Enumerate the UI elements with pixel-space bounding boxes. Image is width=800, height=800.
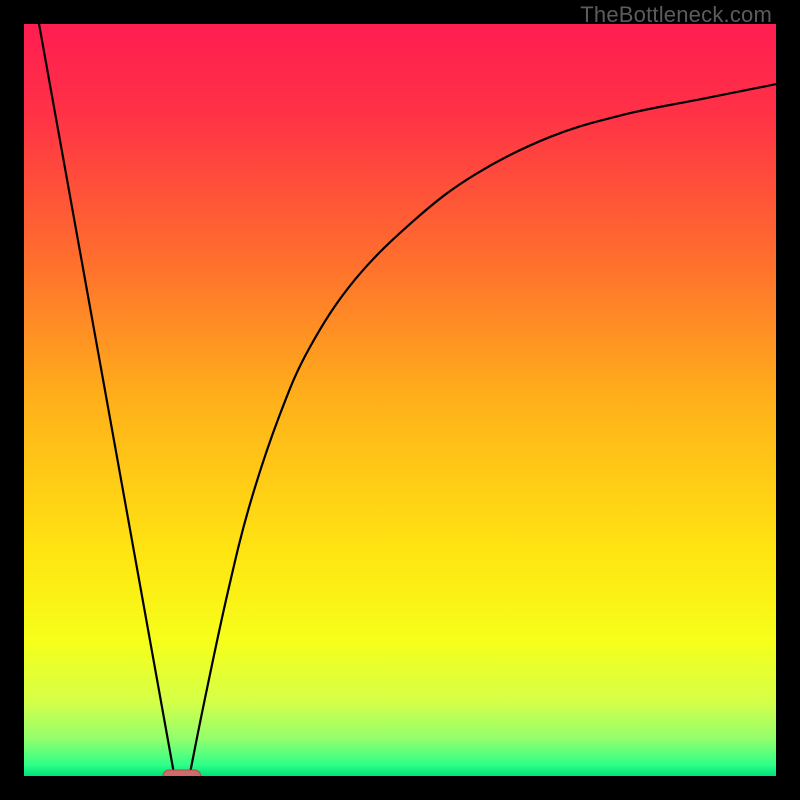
chart-svg <box>24 24 776 776</box>
gradient-background <box>24 24 776 776</box>
optimum-marker <box>163 770 201 776</box>
plot-area <box>24 24 776 776</box>
chart-frame: TheBottleneck.com <box>0 0 800 800</box>
